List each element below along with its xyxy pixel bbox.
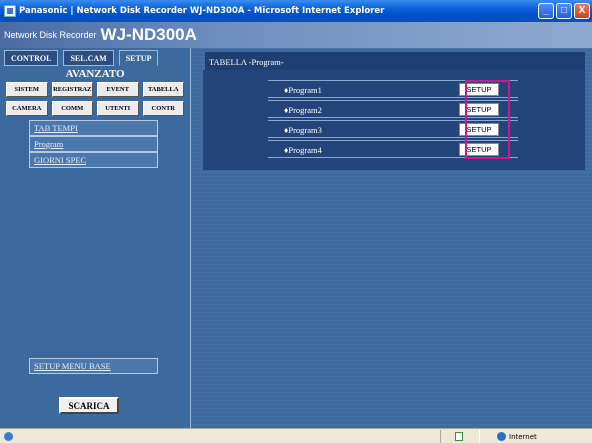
section-title: AVANZATO [65, 68, 125, 80]
header-subtitle: Network Disk Recorder [4, 30, 97, 40]
download-button[interactable]: SCARICA [59, 397, 119, 414]
menu-button-camera[interactable]: CAMERA [6, 101, 48, 116]
program-label: ♦Program4 [284, 145, 322, 155]
panel-title: TABELLA -Program- [205, 52, 585, 70]
content-panel: TABELLA -Program- ♦Program1 SETUP ♦Progr… [190, 48, 592, 428]
status-bar: Internet [0, 428, 592, 443]
menu-button-contr[interactable]: CONTR [142, 101, 184, 116]
page-status-icon [4, 432, 13, 441]
program-label: ♦Program3 [284, 125, 322, 135]
menu-button-sistem[interactable]: SISTEM [6, 82, 48, 97]
ie-app-icon [4, 5, 16, 17]
header-model: WJ-ND300A [100, 25, 197, 44]
left-menu-panel: CONTROL SEL.CAM SETUP AVANZATO SISTEM RE… [0, 48, 190, 428]
sub-item-tab-tempi[interactable]: TAB TEMPI [29, 120, 158, 136]
security-zone: Internet [497, 432, 537, 441]
setup-menu-base-link[interactable]: SETUP MENU BASE [29, 358, 158, 374]
menu-button-utenti[interactable]: UTENTI [97, 101, 139, 116]
menu-button-event[interactable]: EVENT [97, 82, 139, 97]
setup-buttons-highlight-frame [465, 80, 510, 159]
tab-sel-cam[interactable]: SEL.CAM [63, 50, 114, 66]
sub-item-program[interactable]: Program [29, 136, 158, 152]
program-label: ♦Program1 [284, 85, 322, 95]
program-label: ♦Program2 [284, 105, 322, 115]
menu-button-grid: SISTEM REGISTRAZ EVENT TABELLA CAMERA CO… [6, 82, 184, 116]
zone-label: Internet [509, 432, 537, 441]
maximize-button[interactable]: □ [556, 3, 572, 19]
globe-icon [497, 432, 506, 441]
window-controls: _ □ X [538, 3, 590, 19]
close-button[interactable]: X [574, 3, 590, 19]
tab-control[interactable]: CONTROL [4, 50, 59, 66]
app-header: Network Disk Recorder WJ-ND300A [0, 22, 592, 48]
minimize-button[interactable]: _ [538, 3, 554, 19]
tab-setup[interactable]: SETUP [118, 50, 159, 66]
program-list-box: ♦Program1 SETUP ♦Program2 SETUP ♦Program… [203, 70, 585, 170]
security-icon [455, 432, 463, 441]
menu-button-registraz[interactable]: REGISTRAZ [51, 82, 93, 97]
menu-button-comm[interactable]: COMM [51, 101, 93, 116]
sub-item-giorni-spec[interactable]: GIORNI SPEC [29, 152, 158, 168]
menu-button-tabella[interactable]: TABELLA [142, 82, 184, 97]
sub-menu-list: TAB TEMPI Program GIORNI SPEC [29, 120, 158, 168]
top-tabs: CONTROL SEL.CAM SETUP [4, 50, 159, 66]
window-title: Panasonic | Network Disk Recorder WJ-ND3… [19, 6, 385, 16]
window-title-bar[interactable]: Panasonic | Network Disk Recorder WJ-ND3… [0, 0, 592, 22]
